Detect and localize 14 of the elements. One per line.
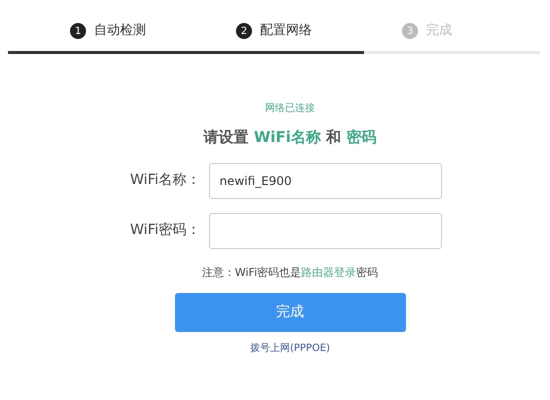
input-field[interactable] [208, 212, 442, 248]
step-label: 配置网络 [260, 22, 312, 40]
step-label: 完成 [426, 22, 452, 40]
pppoe-link[interactable]: 拨号上网(PPPOE) [250, 341, 330, 356]
field-label: WiFi名称： [129, 171, 202, 190]
input-field[interactable]: newifi_E900 [208, 162, 442, 198]
step-label: 自动检测 [94, 22, 146, 40]
connection-status: 网络已连接 [265, 102, 315, 116]
form-heading: 请设置 WiFi名称 和 密码 [204, 127, 376, 148]
step-number: 1 [70, 23, 86, 39]
step-number: 3 [402, 23, 418, 39]
step-number: 2 [236, 23, 252, 39]
field-label: WiFi密码： [129, 221, 202, 240]
password-note: 注意：WiFi密码也是路由器登录密码 [202, 264, 378, 280]
